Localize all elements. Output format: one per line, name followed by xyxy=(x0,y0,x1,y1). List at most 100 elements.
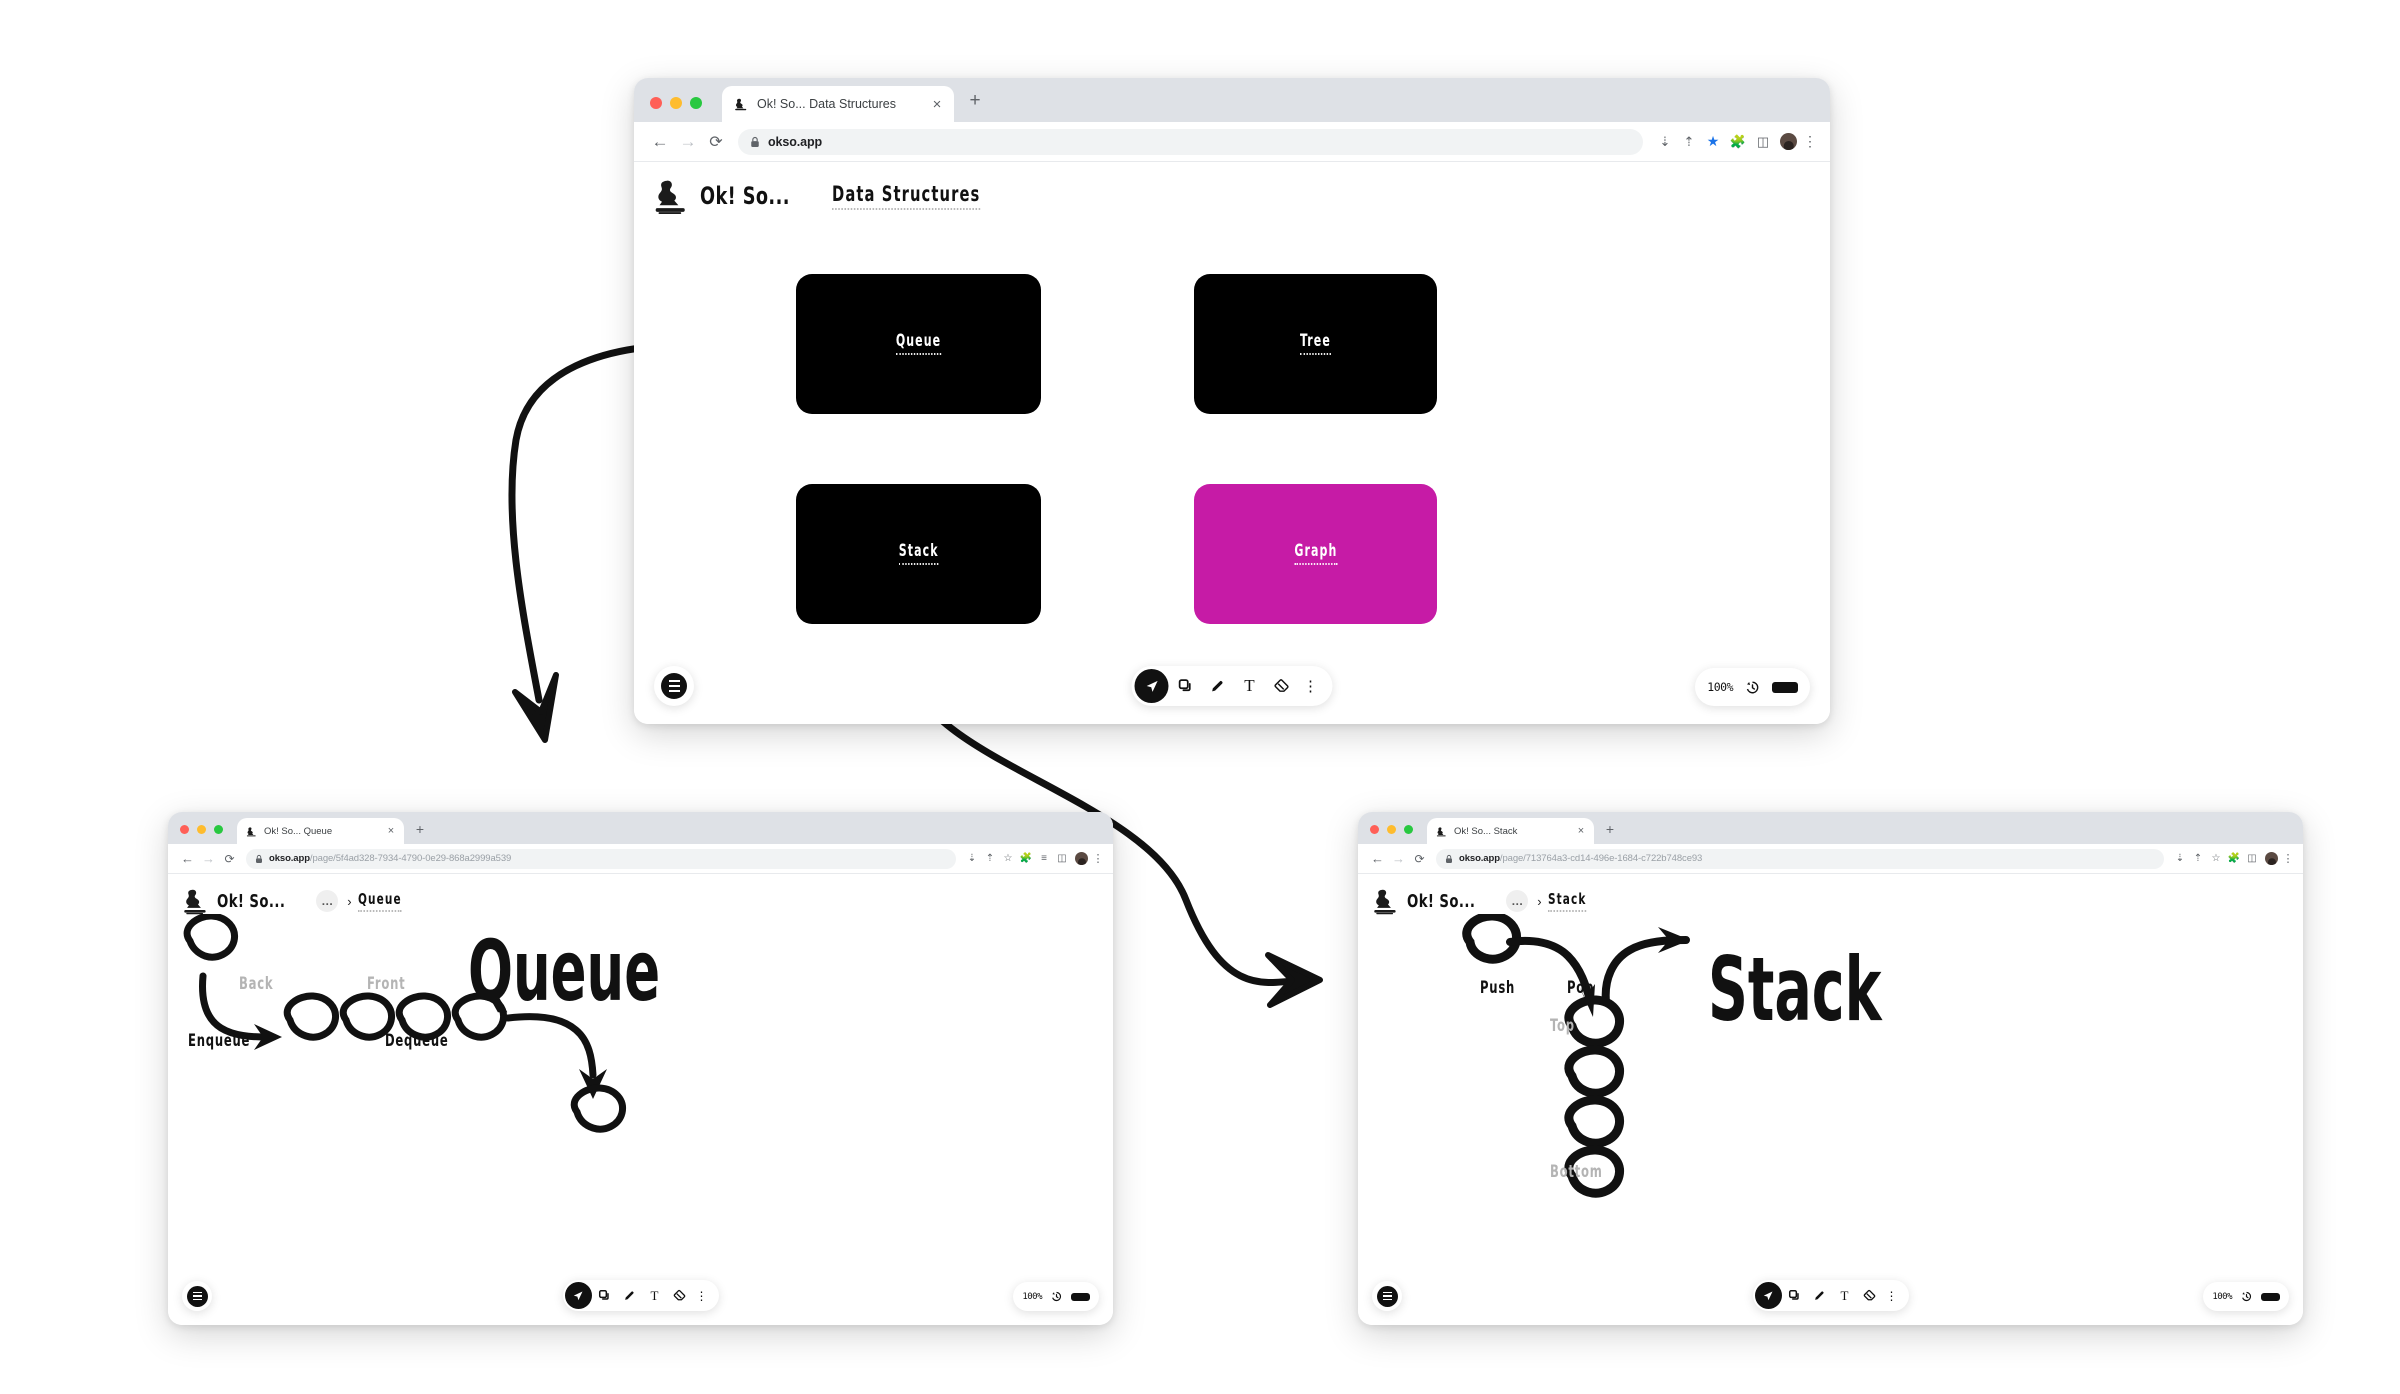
side-panel-icon[interactable]: ◫ xyxy=(2243,853,2261,864)
queue-browser-window[interactable]: Ok! So... Queue × + ⌄ ← → ⟳ okso.app/pag… xyxy=(168,812,1113,1325)
close-window-button[interactable] xyxy=(650,97,662,109)
reload-button[interactable]: ⟳ xyxy=(702,132,730,152)
new-tab-button[interactable]: + xyxy=(1600,821,1620,837)
history-clock-icon[interactable] xyxy=(1744,679,1761,696)
stroke-color-swatch[interactable] xyxy=(1071,1292,1090,1301)
maximize-window-button[interactable] xyxy=(214,825,223,834)
browser-tab[interactable]: Ok! So... Data Structures × xyxy=(722,86,954,122)
stroke-color-swatch[interactable] xyxy=(2261,1292,2280,1301)
tool-more-button[interactable]: ⋮ xyxy=(1883,1282,1901,1309)
install-app-icon[interactable]: ⇣ xyxy=(1653,134,1677,150)
forward-button[interactable]: → xyxy=(1388,851,1409,866)
sidebar-menu-button[interactable] xyxy=(1372,1281,1402,1311)
address-bar[interactable]: okso.app/page/713764a3-cd14-496e-1684-c7… xyxy=(1436,848,2164,869)
bookmark-star-icon[interactable]: ☆ xyxy=(999,853,1017,864)
tool-pencil-button[interactable] xyxy=(618,1282,642,1309)
stack-browser-window[interactable]: Ok! So... Stack × + ⌄ ← → ⟳ okso.app/pag… xyxy=(1358,812,2303,1325)
tool-eraser-button[interactable] xyxy=(1267,669,1297,703)
tool-eraser-button[interactable] xyxy=(1858,1282,1882,1309)
reload-button[interactable]: ⟳ xyxy=(1409,852,1430,866)
breadcrumb-more-button[interactable]: … xyxy=(1506,890,1529,912)
profile-avatar[interactable] xyxy=(2265,852,2278,865)
history-clock-icon[interactable] xyxy=(2240,1290,2253,1303)
share-icon[interactable]: ⇡ xyxy=(981,853,999,864)
main-tabstrip[interactable]: Ok! So... Data Structures × + ⌄ xyxy=(634,78,1830,122)
tool-select-button[interactable] xyxy=(1754,1282,1782,1309)
stack-zoom-controls[interactable]: 100% xyxy=(2203,1282,2289,1311)
extensions-puzzle-icon[interactable]: 🧩 xyxy=(1017,853,1035,864)
forward-button[interactable]: → xyxy=(198,851,219,866)
install-app-icon[interactable]: ⇣ xyxy=(2171,853,2189,864)
new-tab-button[interactable]: + xyxy=(410,821,430,837)
side-panel-icon[interactable]: ◫ xyxy=(1751,134,1775,150)
brand-label[interactable]: Ok! So... xyxy=(1407,891,1475,912)
tool-text-button[interactable]: T xyxy=(1235,669,1265,703)
forward-button[interactable]: → xyxy=(674,132,702,152)
tool-select-button[interactable] xyxy=(1134,669,1169,703)
stack-tabstrip[interactable]: Ok! So... Stack × + ⌄ xyxy=(1358,812,2303,844)
tab-search-caret-icon[interactable]: ⌄ xyxy=(2302,821,2303,834)
tool-select-button[interactable] xyxy=(564,1282,592,1309)
zoom-level-label[interactable]: 100% xyxy=(2212,1292,2232,1302)
zoom-level-label[interactable]: 100% xyxy=(1707,680,1733,694)
stack-tool-palette[interactable]: T ⋮ xyxy=(1752,1280,1909,1311)
address-bar[interactable]: okso.app xyxy=(738,128,1643,155)
okso-thinker-logo[interactable] xyxy=(654,176,688,216)
chrome-menu-icon[interactable]: ⋮ xyxy=(2282,852,2294,865)
reading-list-icon[interactable]: ≡ xyxy=(1035,853,1053,864)
share-icon[interactable]: ⇡ xyxy=(1677,134,1701,150)
brand-label[interactable]: Ok! So... xyxy=(217,891,285,912)
browser-tab[interactable]: Ok! So... Queue × xyxy=(237,818,404,844)
main-browser-window[interactable]: Ok! So... Data Structures × + ⌄ ← → ⟳ ok… xyxy=(634,78,1830,724)
install-app-icon[interactable]: ⇣ xyxy=(963,853,981,864)
profile-avatar[interactable] xyxy=(1780,133,1797,150)
back-button[interactable]: ← xyxy=(646,132,674,152)
breadcrumb-more-button[interactable]: … xyxy=(316,890,339,912)
card-stack[interactable]: Stack xyxy=(796,484,1041,624)
tool-eraser-button[interactable] xyxy=(668,1282,692,1309)
back-button[interactable]: ← xyxy=(177,851,198,866)
minimize-window-button[interactable] xyxy=(1387,825,1396,834)
tab-close-icon[interactable]: × xyxy=(384,825,398,837)
breadcrumb-current-page[interactable]: Stack xyxy=(1547,890,1587,912)
sidebar-menu-button[interactable] xyxy=(182,1281,212,1311)
extensions-puzzle-icon[interactable]: 🧩 xyxy=(2225,853,2243,864)
queue-tabstrip[interactable]: Ok! So... Queue × + ⌄ xyxy=(168,812,1113,844)
tool-pencil-button[interactable] xyxy=(1808,1282,1832,1309)
tab-close-icon[interactable]: × xyxy=(1574,825,1588,837)
tool-shape-button[interactable] xyxy=(1171,669,1201,703)
brand-label[interactable]: Ok! So... xyxy=(700,182,790,210)
bookmark-star-icon[interactable]: ☆ xyxy=(2207,853,2225,864)
sidebar-menu-button[interactable] xyxy=(654,666,694,706)
stack-omnibox-bar[interactable]: ← → ⟳ okso.app/page/713764a3-cd14-496e-1… xyxy=(1358,844,2303,874)
address-bar[interactable]: okso.app/page/5f4ad328-7934-4790-0e29-86… xyxy=(246,848,956,869)
browser-tab[interactable]: Ok! So... Stack × xyxy=(1427,818,1594,844)
new-tab-button[interactable]: + xyxy=(962,90,988,112)
tool-pencil-button[interactable] xyxy=(1203,669,1233,703)
main-omnibox-bar[interactable]: ← → ⟳ okso.app ⇣ ⇡ ★ 🧩 ◫ ⋮ xyxy=(634,122,1830,162)
share-icon[interactable]: ⇡ xyxy=(2189,853,2207,864)
omnibox-action-icons[interactable]: ⇣ ⇡ ★ 🧩 ◫ ⋮ xyxy=(1653,133,1818,150)
side-panel-icon[interactable]: ◫ xyxy=(1053,853,1071,864)
close-window-button[interactable] xyxy=(180,825,189,834)
queue-tool-palette[interactable]: T ⋮ xyxy=(562,1280,719,1311)
minimize-window-button[interactable] xyxy=(670,97,682,109)
omnibox-action-icons[interactable]: ⇣ ⇡ ☆ 🧩 ≡ ◫ ⋮ xyxy=(963,852,1104,865)
stroke-color-swatch[interactable] xyxy=(1772,681,1798,693)
maximize-window-button[interactable] xyxy=(1404,825,1413,834)
card-tree[interactable]: Tree xyxy=(1194,274,1437,414)
tool-more-button[interactable]: ⋮ xyxy=(693,1282,711,1309)
card-graph[interactable]: Graph xyxy=(1194,484,1437,624)
tool-shape-button[interactable] xyxy=(1783,1282,1807,1309)
maximize-window-button[interactable] xyxy=(690,97,702,109)
tool-text-button[interactable]: T xyxy=(643,1282,667,1309)
okso-thinker-logo[interactable] xyxy=(1373,886,1398,916)
extensions-puzzle-icon[interactable]: 🧩 xyxy=(1725,134,1751,150)
window-traffic-lights[interactable] xyxy=(650,97,702,109)
page-title[interactable]: Data Structures xyxy=(831,182,980,210)
queue-traffic-lights[interactable] xyxy=(180,825,223,834)
close-window-button[interactable] xyxy=(1370,825,1379,834)
queue-omnibox-bar[interactable]: ← → ⟳ okso.app/page/5f4ad328-7934-4790-0… xyxy=(168,844,1113,874)
chrome-menu-icon[interactable]: ⋮ xyxy=(1092,852,1104,865)
card-queue[interactable]: Queue xyxy=(796,274,1041,414)
